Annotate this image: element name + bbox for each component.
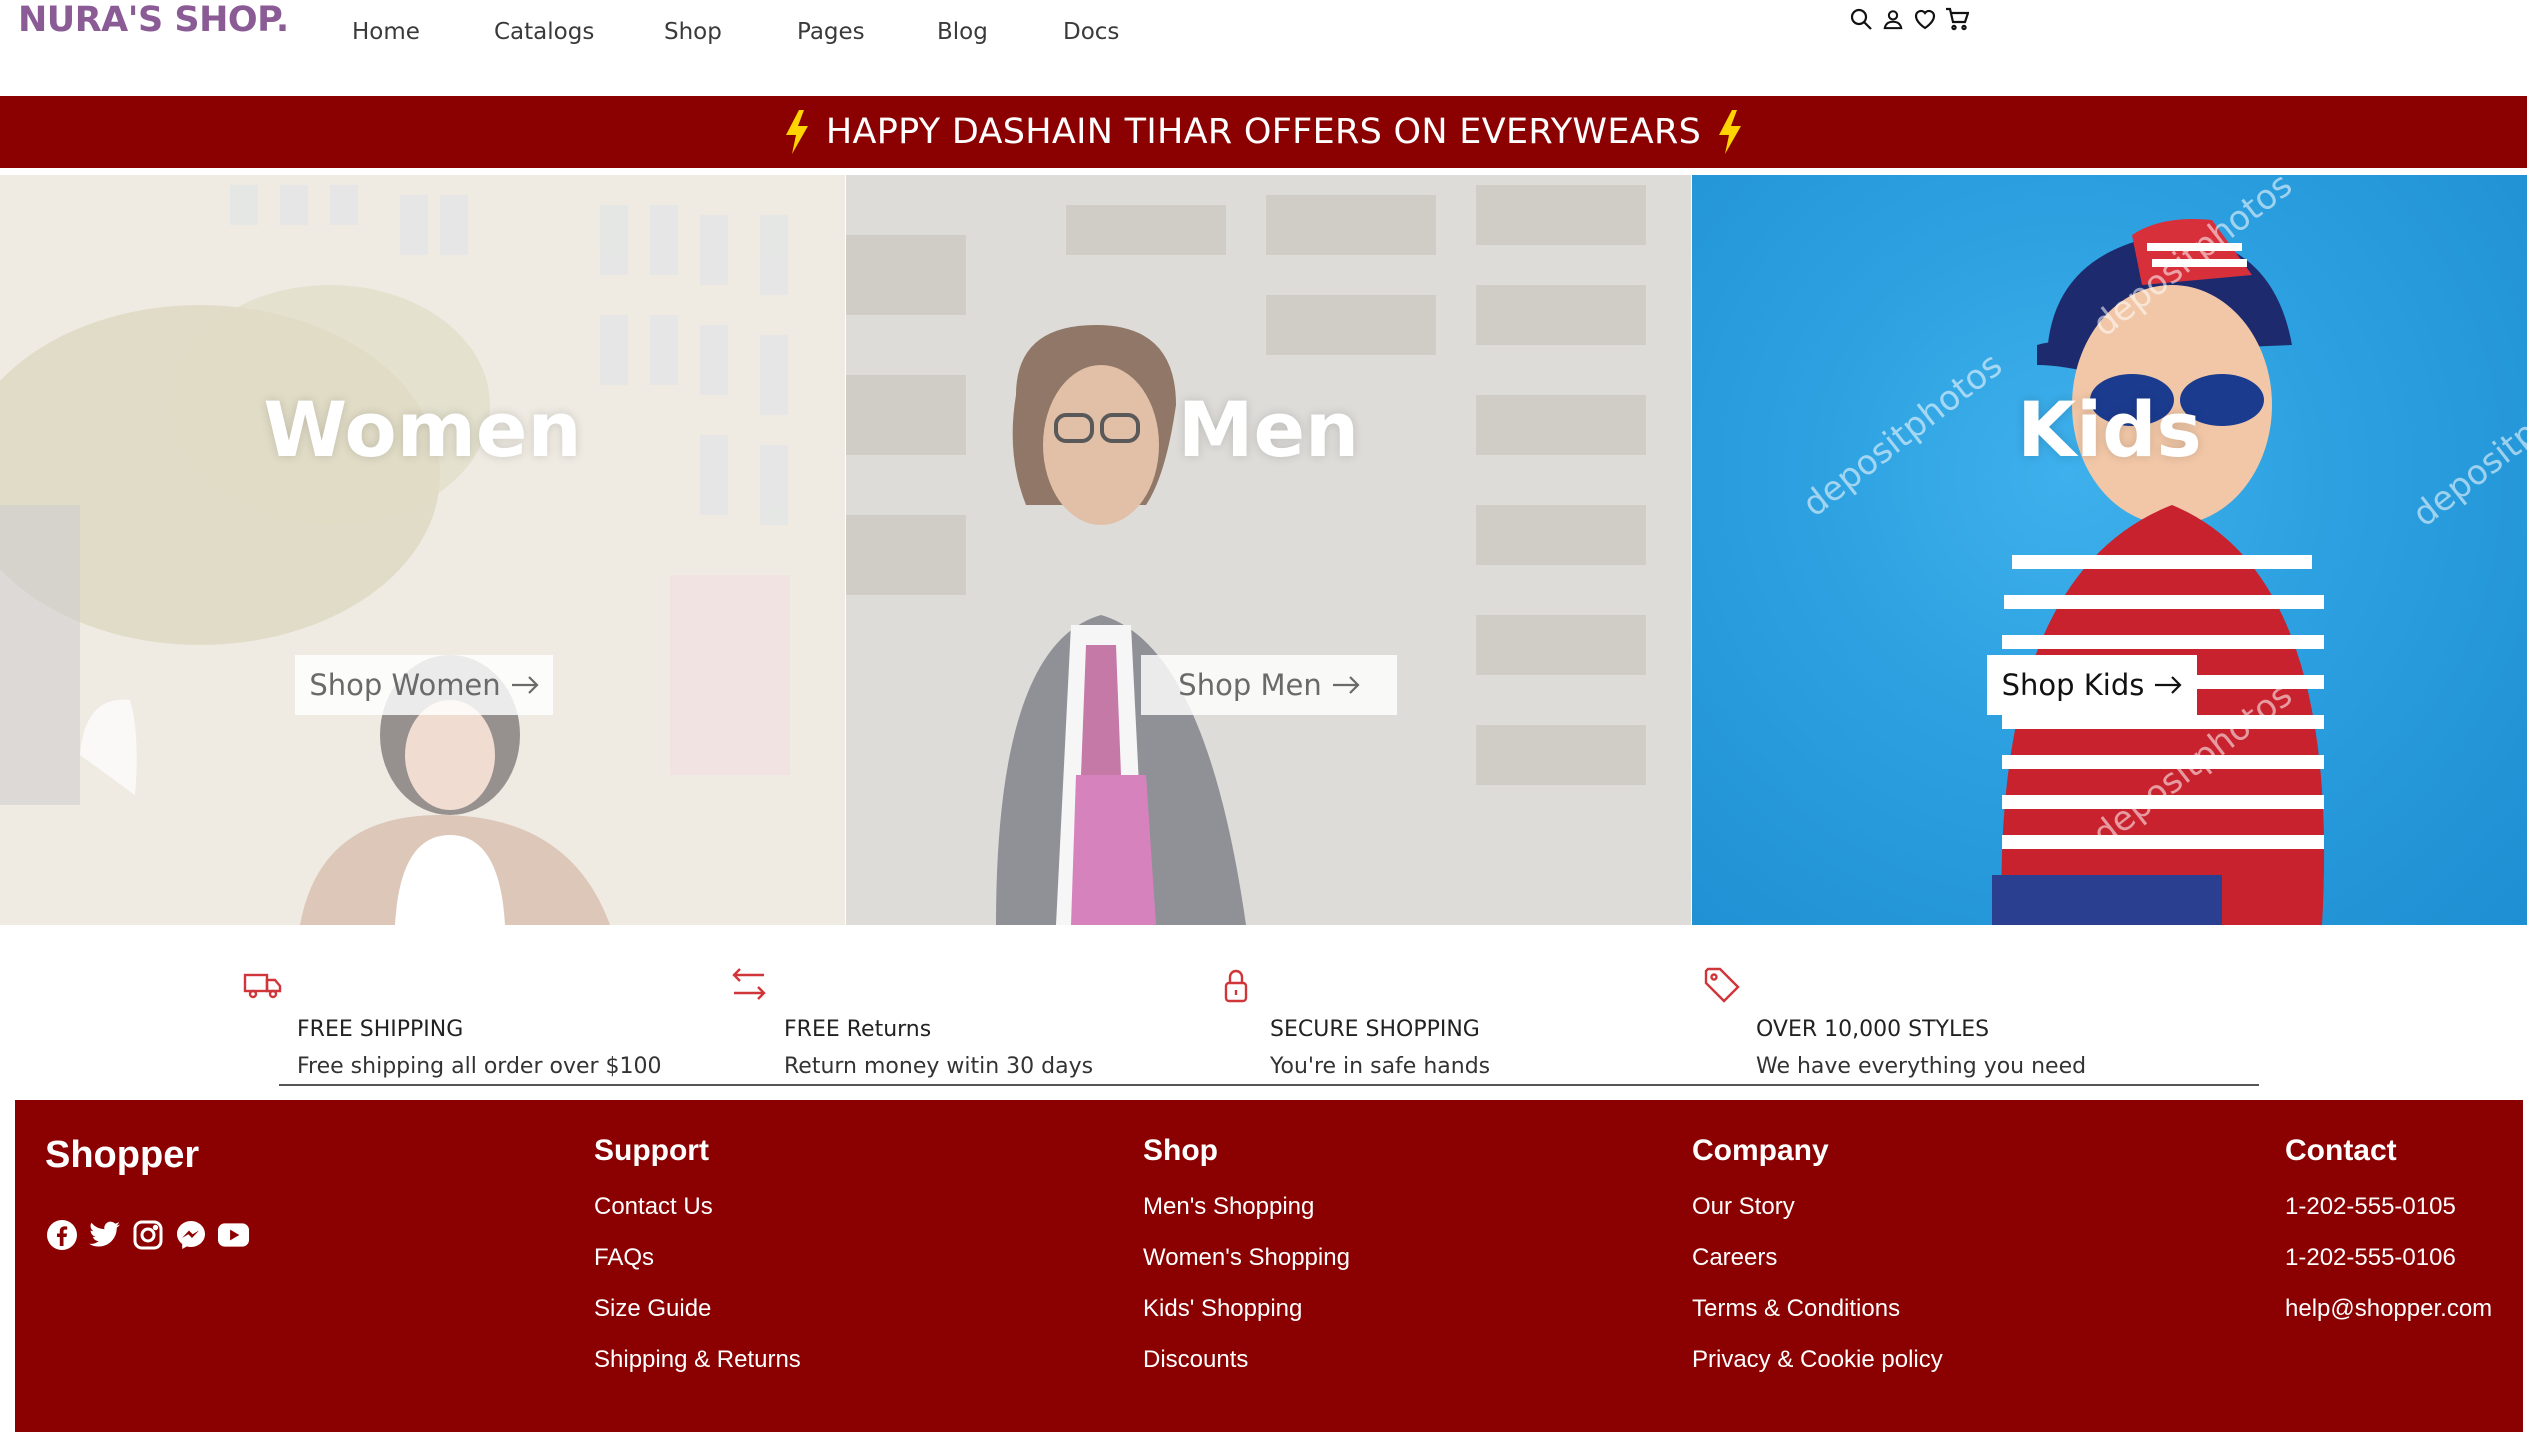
category-hero: Women Shop Women Men Shop Men depositpho… <box>0 175 2527 925</box>
truck-icon <box>243 973 282 999</box>
shop-men-label: Shop Men <box>1178 668 1322 702</box>
feature-desc: Return money witin 30 days <box>784 1054 1094 1079</box>
feature-desc: We have everything you need <box>1756 1054 2087 1079</box>
footer-col-shop: Shop Men's Shopping Women's Shopping Kid… <box>1143 1134 1350 1398</box>
women-category-title: Women <box>263 385 582 474</box>
tag-icon <box>1704 967 1740 1003</box>
arrow-right-icon <box>1332 676 1360 694</box>
women-category-card[interactable]: Women Shop Women <box>0 175 845 925</box>
men-category-title: Men <box>1177 385 1360 474</box>
footer-phone-1[interactable]: 1-202-555-0105 <box>2285 1194 2492 1245</box>
arrow-right-icon <box>511 676 539 694</box>
cart-icon[interactable] <box>1944 6 1970 32</box>
arrow-right-icon <box>2155 676 2182 694</box>
footer-col-contact: Contact 1-202-555-0105 1-202-555-0106 he… <box>2285 1134 2492 1347</box>
footer-phone-2[interactable]: 1-202-555-0106 <box>2285 1245 2492 1296</box>
features-divider <box>279 1084 2259 1086</box>
footer-link[interactable]: Shipping & Returns <box>594 1347 801 1398</box>
lock-icon <box>1224 969 1248 1003</box>
footer-link[interactable]: Kids' Shopping <box>1143 1296 1350 1347</box>
shop-women-label: Shop Women <box>309 668 501 702</box>
footer-link[interactable]: Privacy & Cookie policy <box>1692 1347 1943 1398</box>
nav-shop[interactable]: Shop <box>664 16 722 48</box>
promo-text: HAPPY DASHAIN TIHAR OFFERS ON EVERYWEARS <box>825 112 1702 152</box>
footer-link[interactable]: Women's Shopping <box>1143 1245 1350 1296</box>
feature-title: SECURE SHOPPING <box>1270 1017 1480 1042</box>
footer-link[interactable]: Careers <box>1692 1245 1943 1296</box>
nav-catalogs[interactable]: Catalogs <box>494 16 594 48</box>
shop-men-button[interactable]: Shop Men <box>1141 655 1397 715</box>
footer-link[interactable]: Men's Shopping <box>1143 1194 1350 1245</box>
exchange-icon <box>732 968 766 1000</box>
shop-women-button[interactable]: Shop Women <box>295 655 553 715</box>
lightning-bolt-icon <box>784 110 810 154</box>
footer-email[interactable]: help@shopper.com <box>2285 1296 2492 1347</box>
messenger-icon[interactable] <box>174 1218 207 1251</box>
footer-link[interactable]: Terms & Conditions <box>1692 1296 1943 1347</box>
nav-blog[interactable]: Blog <box>937 16 988 48</box>
nav-docs[interactable]: Docs <box>1063 16 1119 48</box>
instagram-icon[interactable] <box>131 1218 164 1251</box>
footer-col-company: Company Our Story Careers Terms & Condit… <box>1692 1134 1943 1398</box>
facebook-icon[interactable] <box>45 1218 78 1251</box>
feature-title: OVER 10,000 STYLES <box>1756 1017 1990 1042</box>
social-links <box>45 1218 250 1251</box>
footer-brand: Shopper <box>45 1134 200 1176</box>
men-background-image <box>846 175 1691 925</box>
shop-kids-button[interactable]: Shop Kids <box>1987 655 2197 715</box>
site-logo[interactable]: NURA'S SHOP. <box>18 0 289 40</box>
women-background-image <box>0 175 845 925</box>
footer-col-title: Shop <box>1143 1134 1218 1167</box>
kids-category-card[interactable]: depositphotos depositphotos depositphoto… <box>1692 175 2527 925</box>
footer-link[interactable]: FAQs <box>594 1245 801 1296</box>
site-footer: Shopper Support Contact Us FAQs Size Gui… <box>15 1100 2523 1432</box>
twitter-icon[interactable] <box>88 1218 121 1251</box>
footer-col-title: Contact <box>2285 1134 2397 1167</box>
features-strip: FREE SHIPPING Free shipping all order ov… <box>0 960 2527 1085</box>
footer-col-title: Support <box>594 1134 709 1167</box>
feature-desc: You're in safe hands <box>1270 1054 1491 1079</box>
user-icon[interactable] <box>1880 6 1906 32</box>
feature-title: FREE SHIPPING <box>297 1017 464 1042</box>
kids-category-title: Kids <box>2017 385 2202 474</box>
feature-desc: Free shipping all order over $100 <box>297 1054 662 1079</box>
lightning-bolt-icon <box>1717 110 1743 154</box>
heart-icon[interactable] <box>1912 6 1938 32</box>
promo-banner: HAPPY DASHAIN TIHAR OFFERS ON EVERYWEARS <box>0 96 2527 168</box>
footer-col-support: Support Contact Us FAQs Size Guide Shipp… <box>594 1134 801 1398</box>
footer-link[interactable]: Discounts <box>1143 1347 1350 1398</box>
header-actions <box>1848 4 1970 34</box>
nav-home[interactable]: Home <box>352 16 420 48</box>
feature-title: FREE Returns <box>784 1017 932 1042</box>
footer-col-title: Company <box>1692 1134 1829 1167</box>
youtube-icon[interactable] <box>217 1218 250 1251</box>
shop-kids-label: Shop Kids <box>2001 668 2145 702</box>
footer-link[interactable]: Size Guide <box>594 1296 801 1347</box>
footer-link[interactable]: Our Story <box>1692 1194 1943 1245</box>
nav-pages[interactable]: Pages <box>797 16 865 48</box>
men-category-card[interactable]: Men Shop Men <box>846 175 1691 925</box>
search-icon[interactable] <box>1848 6 1874 32</box>
footer-link[interactable]: Contact Us <box>594 1194 801 1245</box>
